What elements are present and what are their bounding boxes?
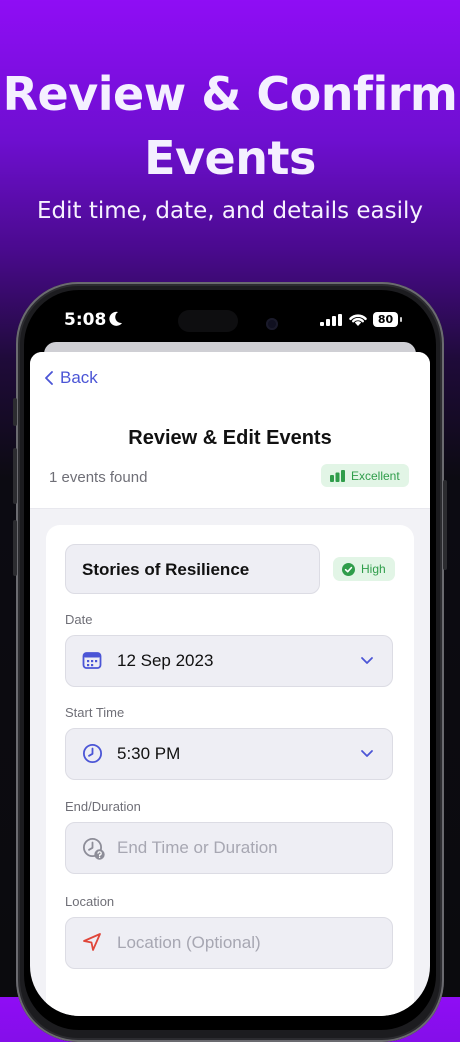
promo-headline-line2: Events: [144, 131, 316, 185]
signal-icon: [320, 314, 342, 326]
sheet-header: Back Review & Edit Events 1 events found…: [30, 352, 430, 509]
start-time-picker[interactable]: 5:30 PM: [65, 728, 393, 780]
end-duration-label: End/Duration: [65, 799, 141, 814]
bar-chart-icon: [330, 469, 345, 482]
moon-icon: [109, 311, 122, 326]
events-found-count: 1 events found: [49, 469, 148, 486]
back-label: Back: [60, 368, 98, 387]
confidence-badge-label: High: [361, 562, 386, 576]
date-picker[interactable]: 12 Sep 2023: [65, 635, 393, 687]
review-sheet: Back Review & Edit Events 1 events found…: [30, 352, 430, 1016]
location-label: Location: [65, 894, 115, 909]
date-value: 12 Sep 2023: [117, 651, 214, 670]
battery-cap: [400, 317, 402, 322]
front-camera: [266, 318, 278, 330]
dynamic-island: [178, 310, 238, 332]
wifi-icon: [349, 314, 367, 326]
start-time-label: Start Time: [65, 705, 125, 720]
calendar-icon: [82, 652, 102, 669]
phone-power-button: [443, 480, 447, 570]
promo-headline-line1: Review & Confirm: [2, 67, 458, 121]
chevron-down-icon: [361, 750, 373, 757]
event-card: Stories of Resilience High Date 12 Sep 2…: [46, 525, 414, 1016]
start-time-value: 5:30 PM: [117, 744, 181, 763]
back-button[interactable]: Back: [44, 368, 98, 388]
phone-side-button: [13, 398, 17, 426]
phone-screen: 5:08 80 Back Review & Edit Events 1 even…: [30, 296, 430, 1016]
location-field[interactable]: Location (Optional): [65, 917, 393, 969]
page-title: Review & Edit Events: [128, 427, 332, 449]
quality-badge-label: Excellent: [351, 468, 400, 483]
event-name-field[interactable]: Stories of Resilience: [65, 544, 320, 594]
end-duration-input: End Time or Duration: [117, 838, 278, 857]
check-circle-icon: [342, 562, 355, 576]
location-arrow-icon: [83, 933, 101, 951]
promo-headline: Review & Confirm Events: [0, 62, 460, 190]
confidence-badge: High: [333, 557, 395, 581]
location-input: Location (Optional): [117, 933, 261, 952]
quality-badge: Excellent: [321, 464, 409, 487]
battery-icon: 80: [373, 312, 398, 327]
date-label: Date: [65, 612, 93, 627]
status-time: 5:08: [64, 310, 107, 330]
chevron-down-icon: [361, 657, 373, 664]
clock-icon: [82, 743, 103, 764]
promo-subtitle: Edit time, date, and details easily: [36, 198, 424, 224]
end-duration-field[interactable]: End Time or Duration: [65, 822, 393, 874]
phone-volume-up-button: [13, 448, 17, 504]
clock-badge-icon: [82, 837, 105, 860]
chevron-left-icon: [45, 371, 53, 385]
phone-volume-down-button: [13, 520, 17, 576]
